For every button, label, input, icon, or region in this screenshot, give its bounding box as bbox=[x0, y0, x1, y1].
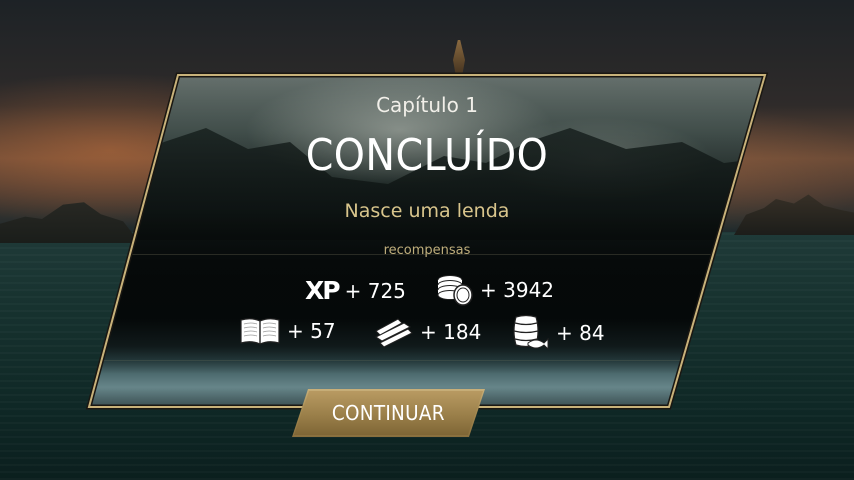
chapter-label: Capítulo 1 bbox=[376, 93, 478, 117]
reward-supplies: + 84 bbox=[510, 313, 605, 353]
continue-button-label: CONTINUAR bbox=[332, 401, 445, 425]
barrel-fish-icon bbox=[510, 313, 550, 353]
chapter-subtitle: Nasce uma lenda bbox=[344, 200, 510, 222]
rewards-label: recompensas bbox=[383, 243, 471, 258]
reward-xp-value: + 725 bbox=[344, 278, 406, 303]
book-icon bbox=[239, 316, 281, 346]
coins-icon bbox=[436, 273, 474, 307]
reward-coins: + 3942 bbox=[436, 273, 554, 307]
reward-supplies-value: + 84 bbox=[556, 321, 605, 345]
reward-xp: XP + 725 bbox=[305, 276, 406, 305]
completed-title: CONCLUÍDO bbox=[305, 130, 549, 181]
reward-knowledge: + 57 bbox=[239, 316, 336, 346]
reward-coins-value: + 3942 bbox=[480, 278, 555, 302]
xp-icon: XP bbox=[305, 276, 341, 305]
reward-wood-value: + 184 bbox=[420, 320, 482, 344]
reward-knowledge-value: + 57 bbox=[287, 319, 336, 343]
continue-button[interactable]: CONTINUAR bbox=[292, 389, 485, 437]
planks-icon bbox=[374, 315, 414, 349]
reward-wood: + 184 bbox=[374, 315, 481, 349]
